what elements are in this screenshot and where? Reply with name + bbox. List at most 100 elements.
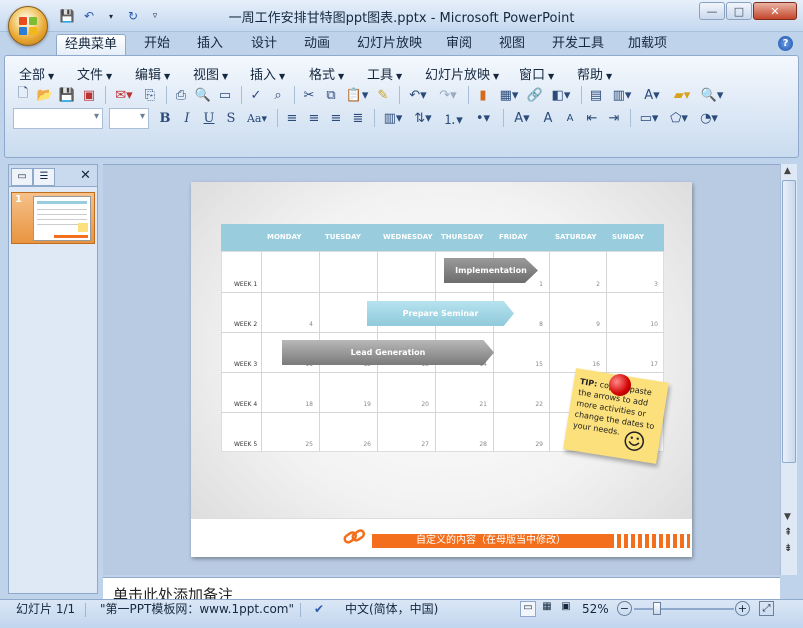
insert-picture-icon[interactable]: ▰▾ [668, 85, 696, 105]
print-preview-icon[interactable]: 🔍 [193, 85, 213, 105]
underline-icon[interactable]: U [199, 108, 219, 128]
insert-chart-icon[interactable]: ▮ [473, 85, 493, 105]
tab-addins[interactable]: 加载项 [620, 34, 675, 56]
scroll-down-icon[interactable]: ▼ [784, 512, 791, 522]
zoom-out-icon[interactable]: − [617, 601, 632, 616]
print-icon[interactable]: ⎙ [171, 85, 191, 105]
justify-icon[interactable]: ≣ [348, 108, 368, 128]
color-grayscale-icon[interactable]: ◧▾ [547, 85, 575, 105]
tab-insert[interactable]: 插入 [189, 34, 231, 56]
menu-edit[interactable]: 编辑 ▼ [135, 64, 170, 83]
scroll-thumb[interactable] [782, 180, 796, 463]
zoom-slider-track[interactable] [634, 608, 734, 610]
maximize-button[interactable]: □ [726, 2, 752, 20]
arrange-icon[interactable]: ▭▾ [635, 108, 663, 128]
tab-review[interactable]: 审阅 [438, 34, 480, 56]
slide-sorter-icon[interactable]: ▦ [539, 601, 555, 617]
previous-slide-icon[interactable]: ⇞ [784, 528, 792, 538]
next-slide-icon[interactable]: ⇟ [784, 544, 792, 554]
tab-view[interactable]: 视图 [491, 34, 533, 56]
decrease-indent-icon[interactable]: ⇤ [582, 108, 602, 128]
new-icon[interactable]: 🗋 [13, 85, 33, 105]
notes-pane[interactable]: 单击此处添加备注 [103, 577, 780, 599]
tab-home[interactable]: 开始 [136, 34, 178, 56]
tab-classic-menu[interactable]: 经典菜单 [56, 34, 127, 56]
outline-tab-icon[interactable]: ☰ [33, 168, 55, 186]
language-indicator[interactable]: 中文(简体，中国) [345, 602, 438, 616]
help-icon[interactable]: ? [778, 36, 793, 51]
menu-all[interactable]: 全部 ▼ [19, 64, 54, 83]
increase-indent-icon[interactable]: ⇥ [604, 108, 624, 128]
redo-icon[interactable]: ↷▾ [434, 85, 462, 105]
menu-format[interactable]: 格式 ▼ [309, 64, 344, 83]
shadow-icon[interactable]: S [221, 108, 241, 128]
align-right-icon[interactable]: ≡ [326, 108, 346, 128]
zoom-slider-thumb[interactable] [653, 602, 661, 615]
attach-icon[interactable]: ⎘ [140, 85, 160, 105]
bullets-icon[interactable]: •▾ [469, 108, 497, 128]
format-painter-icon[interactable]: ✎ [373, 85, 393, 105]
menu-view[interactable]: 视图 ▼ [193, 64, 228, 83]
close-button[interactable]: ✕ [753, 2, 797, 20]
spelling-icon[interactable]: ✓ [246, 85, 266, 105]
numbering-icon[interactable]: ⒈▾ [439, 108, 467, 128]
research-icon[interactable]: ⌕ [268, 85, 288, 105]
open-icon[interactable]: 📂 [35, 85, 55, 105]
slide-canvas[interactable]: MONDAY TUESDAY WEDNESDAY THURSDAY FRIDAY… [191, 182, 692, 557]
shape-fill-icon[interactable]: ◔▾ [695, 108, 723, 128]
slide-thumbnail[interactable]: 1 [11, 192, 95, 244]
menu-window[interactable]: 窗口 ▼ [519, 64, 554, 83]
gantt-bar-prepare-seminar[interactable]: Prepare Seminar [367, 301, 514, 326]
gantt-bar-lead-generation[interactable]: Lead Generation [282, 340, 494, 365]
slide-layout-icon[interactable]: ▭ [215, 85, 235, 105]
shapes-icon[interactable]: ⬠▾ [665, 108, 693, 128]
tab-slideshow[interactable]: 幻灯片放映 [349, 34, 430, 56]
menu-insert[interactable]: 插入 ▼ [250, 64, 285, 83]
zoom-in-icon[interactable]: + [735, 601, 750, 616]
font-name-combo[interactable] [13, 107, 103, 129]
columns-icon[interactable]: ▥▾ [379, 108, 407, 128]
align-center-icon[interactable]: ≡ [304, 108, 324, 128]
scroll-up-icon[interactable]: ▲ [784, 166, 791, 176]
spelling-check-icon[interactable]: ✔ [314, 602, 324, 616]
bold-icon[interactable]: B [155, 108, 175, 128]
cut-icon[interactable]: ✂ [299, 85, 319, 105]
shrink-font-icon[interactable]: A [560, 108, 580, 128]
font-size-combo[interactable] [109, 107, 149, 129]
textbox-icon[interactable]: A▾ [638, 85, 666, 105]
office-button[interactable] [8, 6, 48, 46]
copy-icon[interactable]: ⧉ [321, 85, 341, 105]
font-color-icon[interactable]: A▾ [508, 108, 536, 128]
zoom-level[interactable]: 52% [582, 602, 609, 616]
layout-icon[interactable]: ▥▾ [608, 85, 636, 105]
normal-view-icon[interactable]: ▭ [520, 601, 536, 617]
minimize-button[interactable]: — [699, 2, 725, 20]
slideshow-view-icon[interactable]: ▣ [558, 601, 574, 617]
tab-developer[interactable]: 开发工具 [544, 34, 612, 56]
insert-table-icon[interactable]: ▦▾ [495, 85, 523, 105]
menu-file[interactable]: 文件 ▼ [77, 64, 112, 83]
save-as-pdf-icon[interactable]: ▣ [79, 85, 99, 105]
change-case-icon[interactable]: Aa▾ [243, 108, 271, 128]
close-icon[interactable]: ✕ [80, 168, 91, 183]
grow-font-icon[interactable]: A [538, 108, 558, 128]
menu-help[interactable]: 帮助 ▼ [577, 64, 612, 83]
hyperlink-icon[interactable]: 🔗 [525, 85, 545, 105]
save-icon[interactable]: 💾 [57, 85, 77, 105]
text-direction-icon[interactable]: ⇅▾ [409, 108, 437, 128]
tab-animations[interactable]: 动画 [296, 34, 338, 56]
slides-tab-icon[interactable]: ▭ [11, 168, 33, 186]
gantt-bar-implementation[interactable]: Implementation [444, 258, 538, 283]
permission-icon[interactable]: ✉▾ [110, 85, 138, 105]
italic-icon[interactable]: I [177, 108, 197, 128]
align-left-icon[interactable]: ≡ [282, 108, 302, 128]
paste-icon[interactable]: 📋▾ [343, 85, 371, 105]
fit-to-window-icon[interactable]: ⤢ [759, 601, 774, 616]
vertical-scrollbar[interactable]: ▲ ▼ ⇞ ⇟ [780, 164, 797, 575]
new-slide-icon[interactable]: ▤ [586, 85, 606, 105]
menu-slideshow[interactable]: 幻灯片放映 ▼ [425, 64, 499, 83]
zoom-icon[interactable]: 🔍▾ [698, 85, 726, 105]
tab-design[interactable]: 设计 [243, 34, 285, 56]
undo-icon[interactable]: ↶▾ [404, 85, 432, 105]
menu-tools[interactable]: 工具 ▼ [367, 64, 402, 83]
